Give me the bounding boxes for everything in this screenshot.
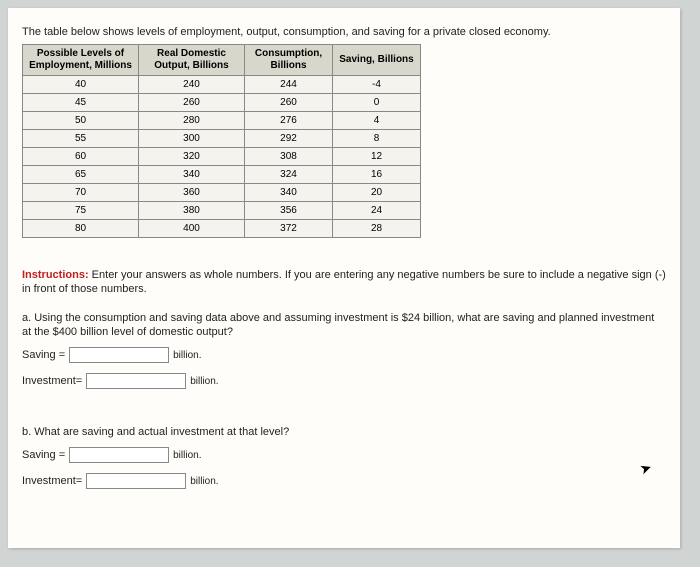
table-cell: 380 [139, 202, 245, 220]
table-cell: 340 [139, 166, 245, 184]
table-cell: 40 [23, 76, 139, 94]
table-cell: 308 [245, 148, 333, 166]
table-cell: 20 [333, 184, 421, 202]
table-cell: 28 [333, 220, 421, 238]
table-row: 8040037228 [23, 220, 421, 238]
table-cell: 75 [23, 202, 139, 220]
instructions-text: Enter your answers as whole numbers. If … [22, 269, 666, 295]
answer-b-saving-row: Saving = billion. [22, 447, 666, 463]
answer-b-investment-row: Investment= billion. [22, 473, 666, 489]
table-row: 553002928 [23, 130, 421, 148]
instructions-block: Instructions: Enter your answers as whol… [22, 268, 666, 297]
table-cell: 360 [139, 184, 245, 202]
table-cell: 55 [23, 130, 139, 148]
table-cell: 292 [245, 130, 333, 148]
data-table: Possible Levels of Employment, Millions … [22, 44, 421, 238]
unit-label: billion. [173, 350, 201, 361]
unit-label: billion. [190, 376, 218, 387]
table-row: 6032030812 [23, 148, 421, 166]
saving-label-b: Saving = [22, 449, 65, 461]
table-cell: 24 [333, 202, 421, 220]
table-cell: 260 [139, 94, 245, 112]
unit-label-b: billion. [173, 450, 201, 461]
table-cell: 240 [139, 76, 245, 94]
table-cell: 70 [23, 184, 139, 202]
table-cell: 60 [23, 148, 139, 166]
table-cell: 400 [139, 220, 245, 238]
investment-label-b: Investment= [22, 475, 82, 487]
answer-a-saving-row: Saving = billion. [22, 347, 666, 363]
unit-label-b2: billion. [190, 476, 218, 487]
table-row: 502802764 [23, 112, 421, 130]
table-header-row: Possible Levels of Employment, Millions … [23, 45, 421, 76]
col-header-employment: Possible Levels of Employment, Millions [23, 45, 139, 76]
investment-label: Investment= [22, 375, 82, 387]
saving-b-input[interactable] [69, 447, 169, 463]
table-cell: 356 [245, 202, 333, 220]
col-header-consumption: Consumption, Billions [245, 45, 333, 76]
table-cell: 324 [245, 166, 333, 184]
table-cell: 0 [333, 94, 421, 112]
table-cell: 50 [23, 112, 139, 130]
table-row: 452602600 [23, 94, 421, 112]
answer-a-investment-row: Investment= billion. [22, 373, 666, 389]
intro-text: The table below shows levels of employme… [22, 26, 666, 38]
table-cell: 244 [245, 76, 333, 94]
col-header-output: Real Domestic Output, Billions [139, 45, 245, 76]
table-cell: 260 [245, 94, 333, 112]
table-row: 7036034020 [23, 184, 421, 202]
table-cell: 320 [139, 148, 245, 166]
table-cell: 4 [333, 112, 421, 130]
table-row: 40240244-4 [23, 76, 421, 94]
table-cell: 80 [23, 220, 139, 238]
investment-a-input[interactable] [86, 373, 186, 389]
table-cell: 8 [333, 130, 421, 148]
question-a: a. Using the consumption and saving data… [22, 311, 666, 340]
table-cell: 12 [333, 148, 421, 166]
table-cell: 16 [333, 166, 421, 184]
table-cell: 65 [23, 166, 139, 184]
investment-b-input[interactable] [86, 473, 186, 489]
table-cell: -4 [333, 76, 421, 94]
table-cell: 300 [139, 130, 245, 148]
saving-a-input[interactable] [69, 347, 169, 363]
table-cell: 276 [245, 112, 333, 130]
table-cell: 340 [245, 184, 333, 202]
saving-label: Saving = [22, 349, 65, 361]
table-cell: 372 [245, 220, 333, 238]
table-row: 6534032416 [23, 166, 421, 184]
question-b: b. What are saving and actual investment… [22, 425, 666, 439]
col-header-saving: Saving, Billions [333, 45, 421, 76]
table-cell: 280 [139, 112, 245, 130]
table-row: 7538035624 [23, 202, 421, 220]
worksheet-page: The table below shows levels of employme… [8, 8, 680, 548]
table-cell: 45 [23, 94, 139, 112]
instructions-label: Instructions: [22, 269, 89, 281]
